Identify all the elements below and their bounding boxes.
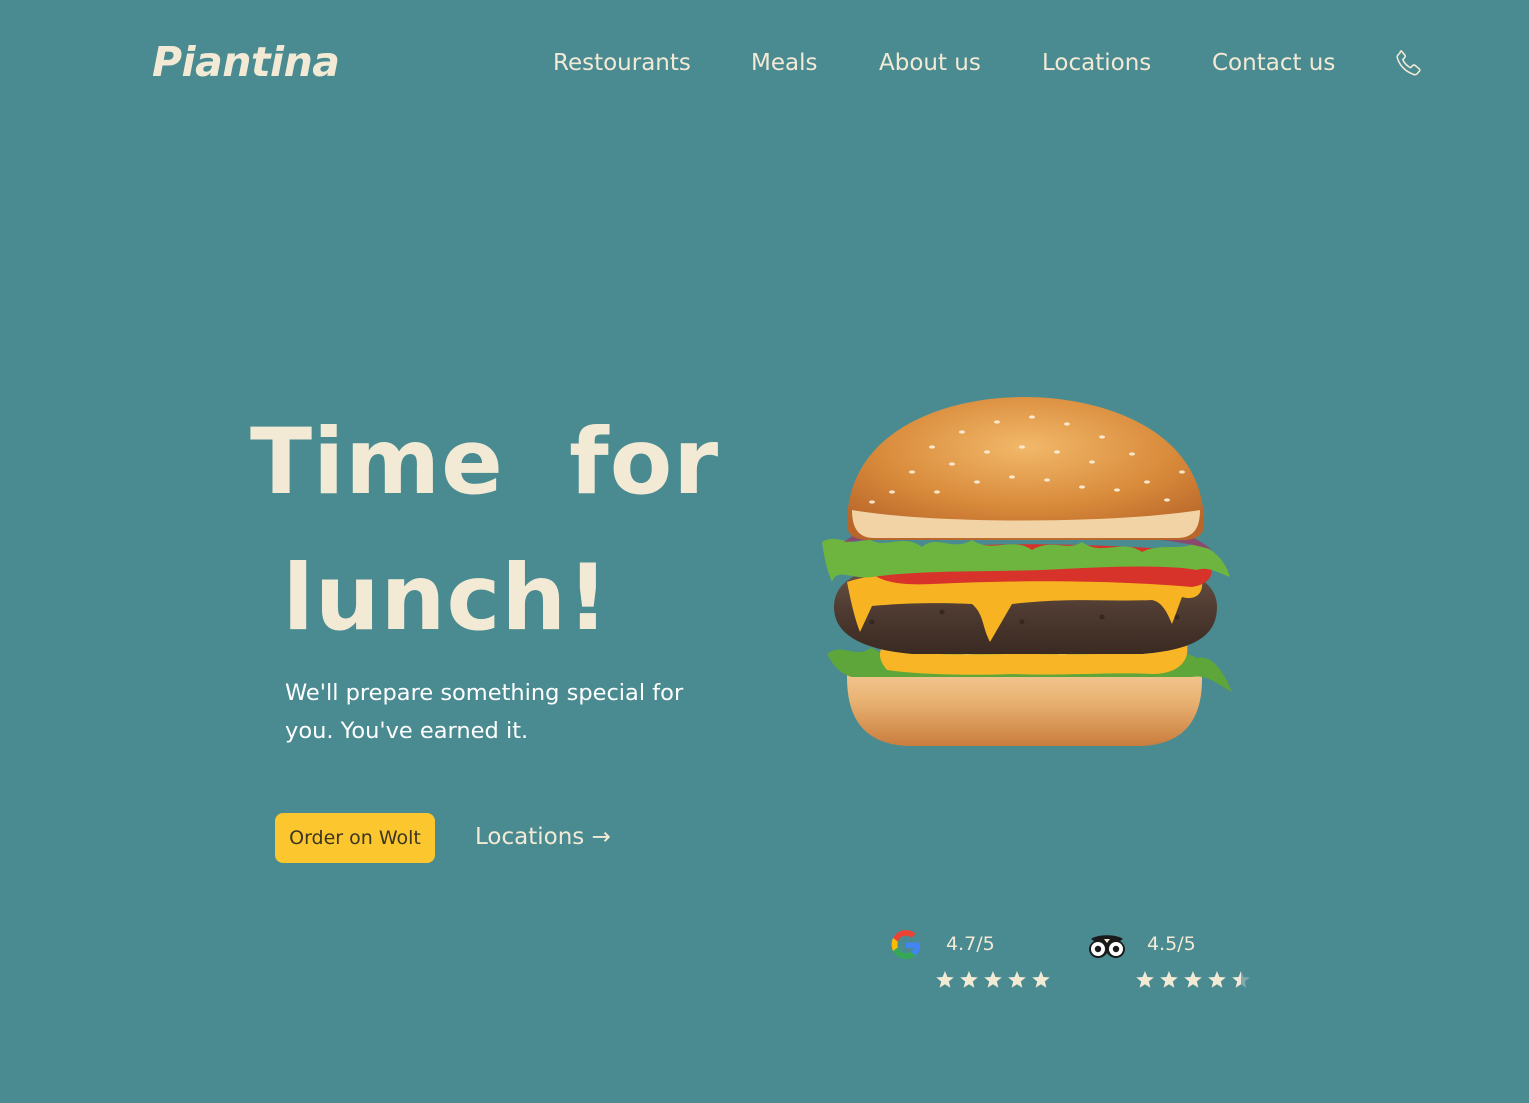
nav-item-about-us[interactable]: About us <box>879 44 981 82</box>
google-score: 4.7/5 <box>946 933 995 955</box>
tripadvisor-rating: 4.5/5 <box>1087 925 1267 995</box>
hero-title: Time for lunch! <box>250 410 720 651</box>
hero-subtitle: We'll prepare something special for you.… <box>285 680 684 744</box>
nav-item-restourants[interactable]: Restourants <box>553 44 691 82</box>
nav-item-contact-us[interactable]: Contact us <box>1212 44 1335 82</box>
main-navigation: Restourants Meals About us Locations Con… <box>0 44 1529 84</box>
google-rating: 4.7/5 <box>888 925 1068 995</box>
nav-item-locations[interactable]: Locations <box>1042 44 1151 82</box>
locations-link[interactable]: Locations → <box>475 818 611 856</box>
google-stars <box>936 971 1050 988</box>
phone-icon[interactable] <box>1392 47 1426 81</box>
nav-item-meals[interactable]: Meals <box>751 44 817 82</box>
burger-image <box>822 397 1232 746</box>
tripadvisor-score: 4.5/5 <box>1147 933 1196 955</box>
google-icon <box>891 930 920 959</box>
order-on-wolt-button[interactable]: Order on Wolt <box>275 813 435 863</box>
tripadvisor-stars <box>1136 971 1250 988</box>
tripadvisor-icon <box>1089 935 1125 958</box>
